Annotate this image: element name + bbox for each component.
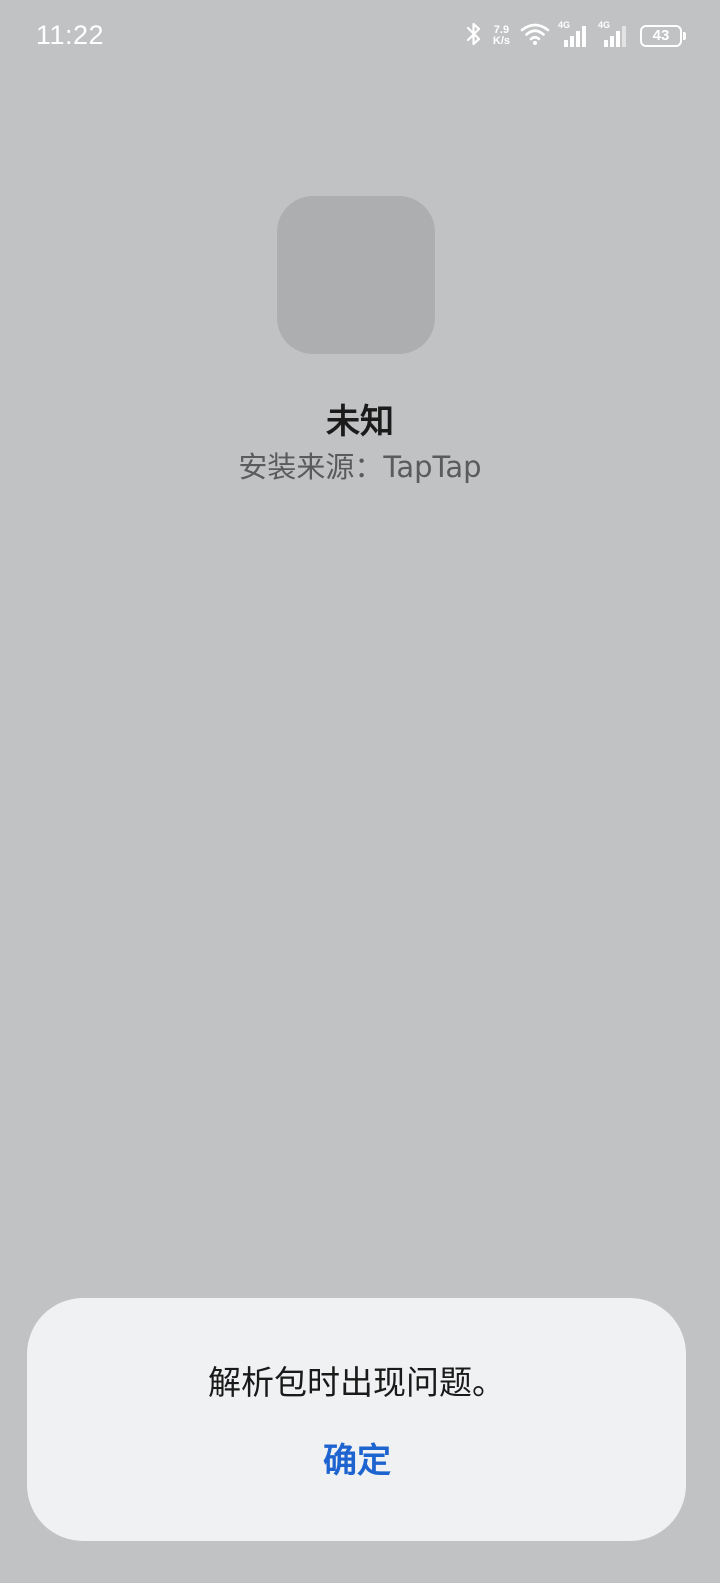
status-icons: 7.9 K/s 4G 4G 43 [465,20,686,52]
status-time: 11:22 [36,20,105,50]
signal-label: 4G [558,20,571,30]
signal-icon-secondary: 4G [598,20,630,48]
signal-icon: 4G [558,20,590,48]
app-name: 未知 [326,402,394,442]
install-source: 安装来源：TapTap [238,450,482,484]
wifi-icon [520,22,550,50]
net-speed-indicator: 7.9 K/s [493,25,510,47]
net-speed-unit: K/s [492,35,510,47]
app-icon-placeholder [277,196,435,354]
battery-icon: 43 [640,25,686,47]
status-bar: 11:22 7.9 K/s 4G 4G 43 [0,0,720,72]
signal-label: 4G [598,20,611,30]
error-dialog: 解析包时出现问题。 确定 [27,1298,686,1541]
dialog-message: 解析包时出现问题。 [208,1363,505,1402]
confirm-button[interactable]: 确定 [197,1428,517,1494]
bluetooth-icon [465,21,483,51]
